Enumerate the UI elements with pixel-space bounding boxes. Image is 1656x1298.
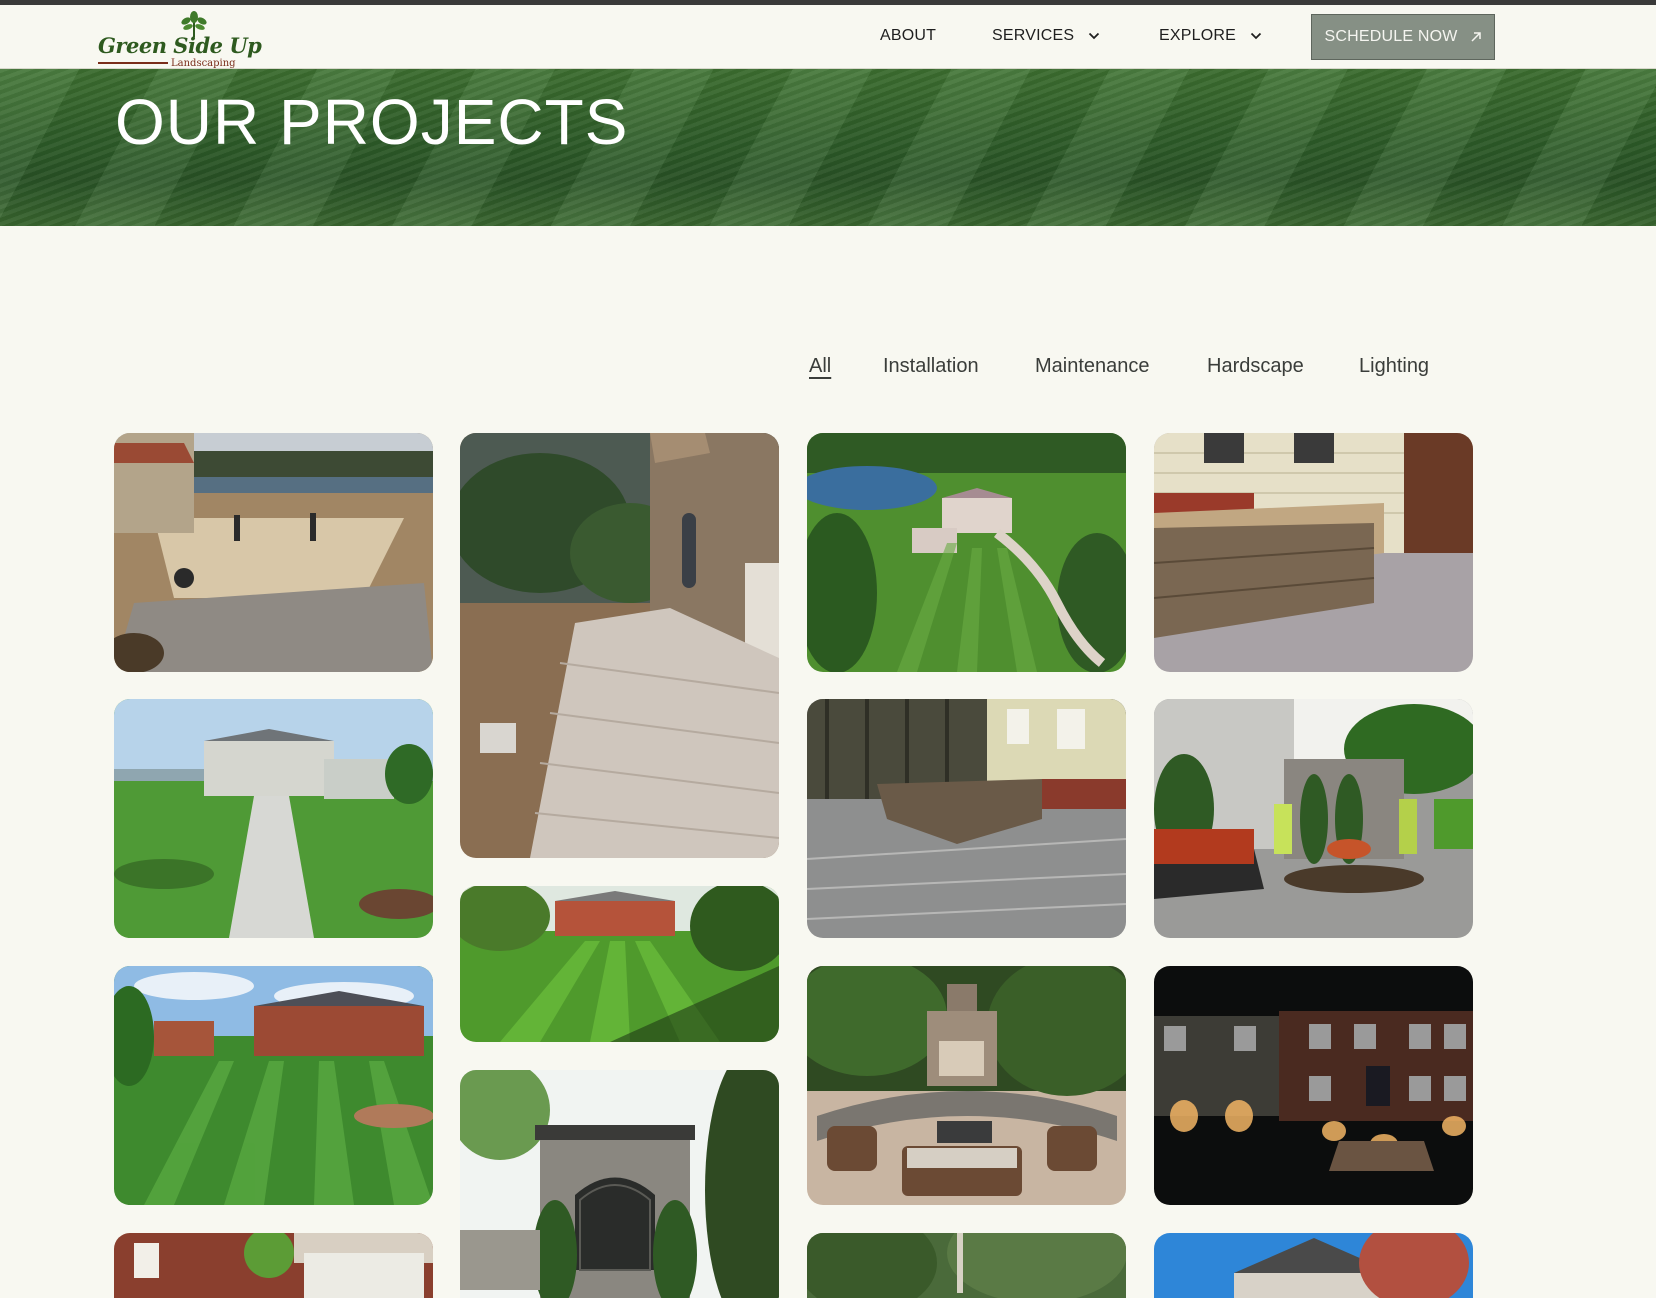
filter-hardscape[interactable]: Hardscape — [1207, 355, 1304, 378]
logo-subtitle: Landscaping — [171, 58, 236, 69]
aerial-estate-image — [807, 433, 1126, 672]
house-red-tree-image — [1154, 1233, 1473, 1298]
project-photo-house-red-tree[interactable] — [1154, 1233, 1473, 1298]
filter-installation[interactable]: Installation — [883, 355, 979, 378]
nav-services[interactable]: SERVICES — [992, 27, 1100, 45]
page-title: OUR PROJECTS — [115, 86, 629, 158]
paver-patio-bar-image — [807, 699, 1126, 938]
outdoor-kitchen-image — [1154, 433, 1473, 672]
crew-stone-wall-image — [1154, 699, 1473, 938]
schedule-now-button[interactable]: SCHEDULE NOW — [1311, 14, 1495, 60]
project-photo-patio-construction[interactable] — [114, 433, 433, 672]
filter-maintenance[interactable]: Maintenance — [1035, 355, 1150, 378]
night-lighting-image — [1154, 966, 1473, 1205]
project-photo-stone-archway[interactable] — [460, 1070, 779, 1298]
brick-porch-image — [114, 1233, 433, 1298]
paver-walkway-image — [460, 433, 779, 858]
arrow-up-right-icon — [1471, 32, 1481, 42]
project-photo-outdoor-fireplace[interactable] — [807, 966, 1126, 1205]
project-photo-estate-walkway[interactable] — [114, 699, 433, 938]
logo-underline — [98, 62, 168, 64]
chevron-down-icon — [1089, 32, 1100, 40]
stone-archway-image — [460, 1070, 779, 1298]
outdoor-fireplace-image — [807, 966, 1126, 1205]
project-photo-outdoor-kitchen[interactable] — [1154, 433, 1473, 672]
project-photo-aerial-estate[interactable] — [807, 433, 1126, 672]
project-photo-crew-stone-wall[interactable] — [1154, 699, 1473, 938]
nav-explore[interactable]: EXPLORE — [1159, 27, 1262, 45]
logo-wordmark: Green Side Up — [98, 33, 262, 58]
hero-banner: OUR PROJECTS — [0, 69, 1656, 226]
project-photo-brick-porch[interactable] — [114, 1233, 433, 1298]
project-photo-night-lighting[interactable] — [1154, 966, 1473, 1205]
brand-logo[interactable]: Green Side Up Landscaping — [96, 11, 266, 69]
striped-lawn-estate-image — [114, 966, 433, 1205]
project-photo-paver-walkway[interactable] — [460, 433, 779, 858]
patio-construction-image — [114, 433, 433, 672]
filter-all[interactable]: All — [809, 355, 831, 378]
trees-backyard-image — [807, 1233, 1126, 1298]
estate-walkway-image — [114, 699, 433, 938]
filter-lighting[interactable]: Lighting — [1359, 355, 1429, 378]
chevron-down-icon — [1250, 32, 1262, 40]
site-header: Green Side Up Landscaping ABOUT SERVICES… — [0, 5, 1656, 69]
project-photo-paver-patio-bar[interactable] — [807, 699, 1126, 938]
project-photo-striped-lawn-estate[interactable] — [114, 966, 433, 1205]
backyard-lawn-image — [460, 886, 779, 1042]
project-photo-trees-backyard[interactable] — [807, 1233, 1126, 1298]
project-photo-backyard-lawn[interactable] — [460, 886, 779, 1042]
nav-about[interactable]: ABOUT — [880, 27, 936, 45]
